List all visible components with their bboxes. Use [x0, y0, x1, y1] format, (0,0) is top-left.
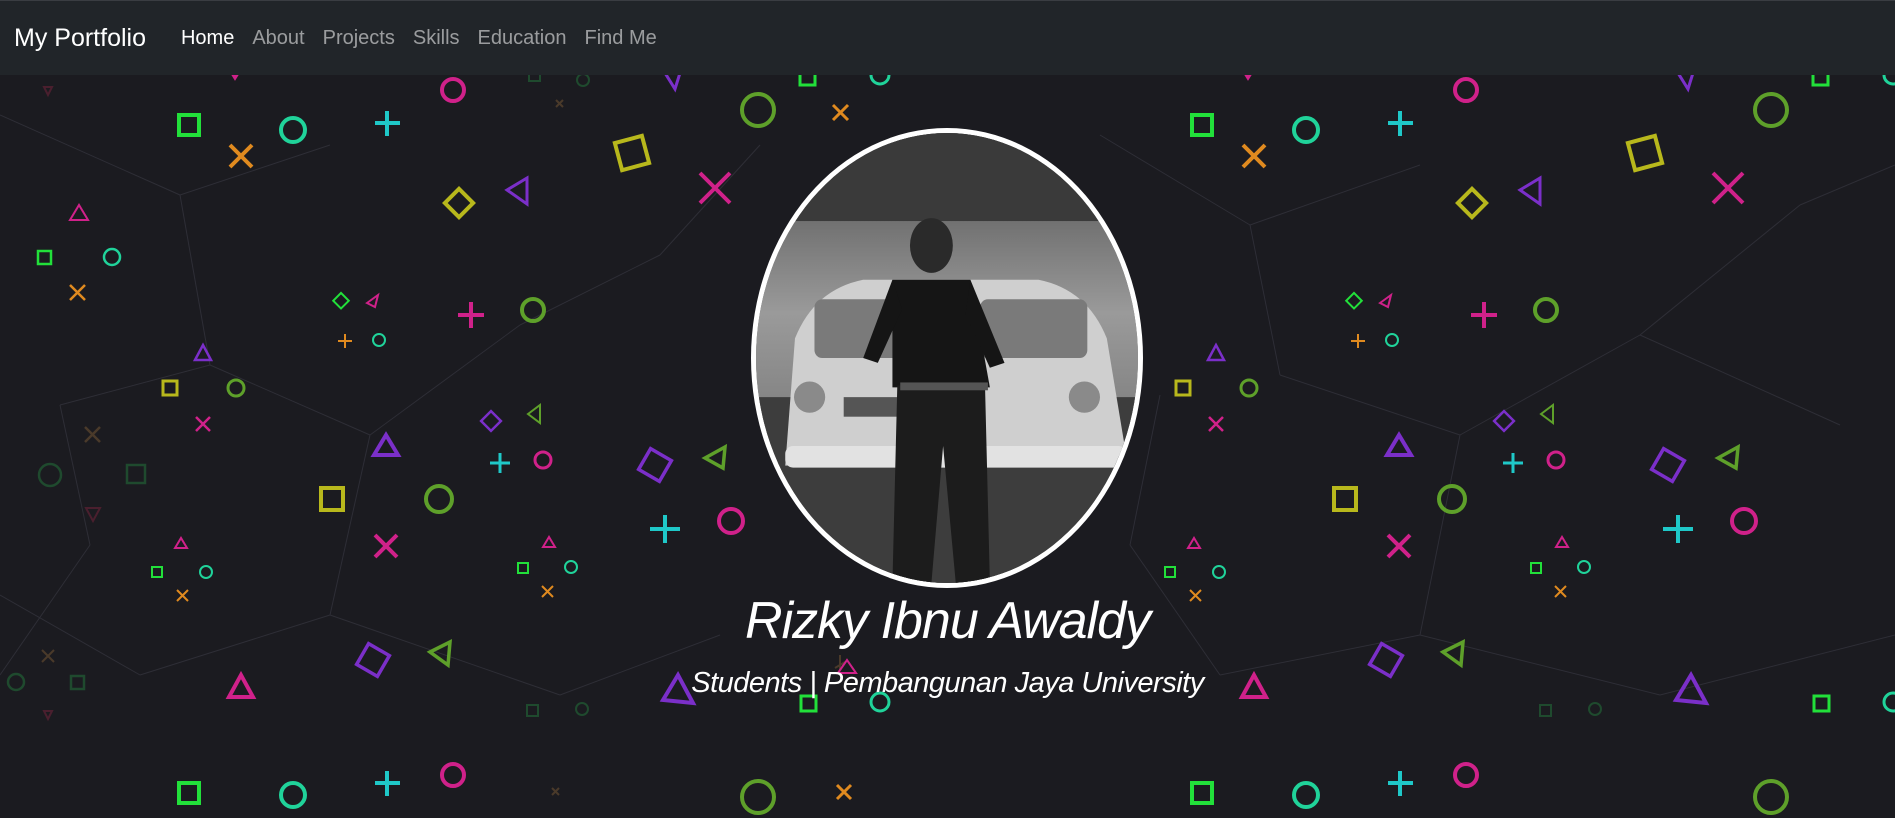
profile-photo-image	[756, 133, 1138, 583]
nav-link-projects[interactable]: Projects	[314, 27, 404, 50]
nav-link-find-me[interactable]: Find Me	[576, 27, 666, 50]
hero-subtitle: Students | Pembangunan Jaya University	[691, 667, 1204, 699]
nav-link-home[interactable]: Home	[172, 27, 243, 50]
shape-group-left	[6, 75, 891, 815]
navbar: My Portfolio Home About Projects Skills …	[0, 0, 1895, 75]
shape-group-right	[1164, 75, 1895, 815]
profile-photo	[751, 128, 1143, 588]
brand-link[interactable]: My Portfolio	[14, 24, 146, 53]
hero-section: Rizky Ibnu Awaldy Students | Pembangunan…	[0, 75, 1895, 818]
nav-links: Home About Projects Skills Education Fin…	[172, 27, 666, 50]
nav-link-about[interactable]: About	[243, 27, 313, 50]
nav-link-skills[interactable]: Skills	[404, 27, 469, 50]
nav-link-education[interactable]: Education	[469, 27, 576, 50]
hero-name: Rizky Ibnu Awaldy	[745, 592, 1151, 650]
